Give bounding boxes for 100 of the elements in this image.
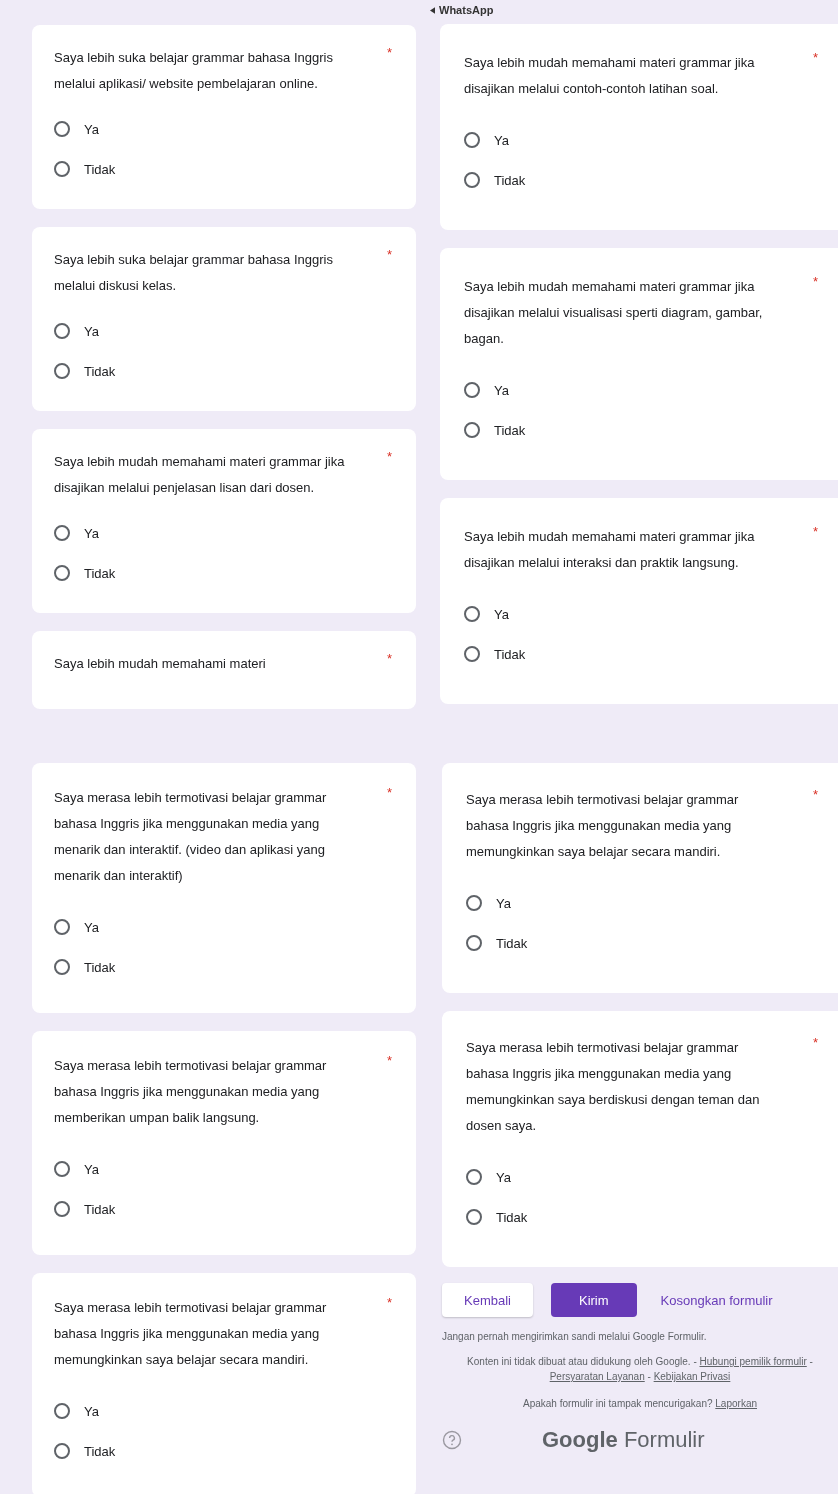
question-text: Saya lebih suka belajar grammar bahasa Inggris melalui aplikasi/ website pembelajaran online. <box>54 49 334 93</box>
radio-option[interactable]: Tidak <box>54 351 392 391</box>
footer-link[interactable]: Kebijakan Privasi <box>653 1371 731 1382</box>
question-text: Saya merasa lebih termotivasi belajar grammar bahasa Inggris jika menggunakan media yang memungkinkan saya belajar secara mandiri. <box>54 1299 328 1369</box>
question-text: Saya lebih suka belajar grammar bahasa Inggris melalui diskusi kelas. <box>54 251 334 295</box>
question-text: Saya lebih mudah memahami materi grammar jika disajikan melalui penjelasan lisan dari dosen. <box>54 453 346 497</box>
back-button[interactable]: Kembali <box>442 1283 533 1317</box>
radio-option[interactable]: Tidak <box>466 1197 818 1237</box>
question-text: Saya merasa lebih termotivasi belajar grammar bahasa Inggris jika menggunakan media yang memberikan umpan balik langsung. <box>54 1057 328 1127</box>
radio-option[interactable]: Tidak <box>464 634 818 674</box>
radio-icon[interactable] <box>54 525 70 541</box>
radio-icon[interactable] <box>464 172 480 188</box>
option-label: Ya <box>84 323 99 339</box>
option-label: Ya <box>84 121 99 137</box>
radio-option[interactable]: Ya <box>464 120 818 160</box>
radio-icon[interactable] <box>54 121 70 137</box>
option-label: Tidak <box>496 935 528 951</box>
required-mark: * <box>386 449 392 466</box>
option-label: Ya <box>496 1169 511 1185</box>
radio-icon[interactable] <box>54 323 70 339</box>
radio-icon[interactable] <box>464 132 480 148</box>
radio-icon[interactable] <box>464 382 480 398</box>
back-arrow-icon[interactable] <box>430 6 435 14</box>
radio-icon[interactable] <box>54 1161 70 1177</box>
radio-icon[interactable] <box>54 1201 70 1217</box>
radio-option[interactable]: Tidak <box>54 553 392 593</box>
option-label: Tidak <box>84 565 116 581</box>
radio-option[interactable]: Ya <box>54 109 392 149</box>
required-mark: * <box>812 50 818 67</box>
option-label: Tidak <box>84 161 116 177</box>
option-label: Tidak <box>494 422 526 438</box>
radio-icon[interactable] <box>466 935 482 951</box>
radio-icon[interactable] <box>464 606 480 622</box>
radio-option[interactable]: Tidak <box>54 1431 392 1471</box>
radio-icon[interactable] <box>54 565 70 581</box>
option-label: Ya <box>84 1161 99 1177</box>
radio-option[interactable]: Ya <box>54 513 392 553</box>
question-text: Saya lebih mudah memahami materi grammar jika disajikan melalui visualisasi sperti diagram, gambar, bagan. <box>464 278 764 348</box>
option-label: Tidak <box>84 363 116 379</box>
radio-icon[interactable] <box>54 1443 70 1459</box>
radio-option[interactable]: Tidak <box>464 160 818 200</box>
radio-option[interactable]: Ya <box>54 1149 392 1189</box>
radio-option[interactable]: Ya <box>54 1391 392 1431</box>
required-mark: * <box>386 785 392 802</box>
footer-link[interactable]: Laporkan <box>715 1398 757 1409</box>
google-forms-logo: Google Formulir <box>542 1427 705 1453</box>
footer-link[interactable]: Hubungi pemilik formulir <box>699 1356 807 1367</box>
radio-option[interactable]: Ya <box>464 370 818 410</box>
radio-option[interactable]: Tidak <box>464 410 818 450</box>
radio-option[interactable]: Tidak <box>54 149 392 189</box>
question-text: Saya merasa lebih termotivasi belajar grammar bahasa Inggris jika menggunakan media yang memungkinkan saya berdiskusi dengan teman dan dosen saya. <box>466 1039 761 1135</box>
required-mark: * <box>386 1053 392 1070</box>
required-mark: * <box>812 524 818 541</box>
radio-option[interactable]: Tidak <box>466 923 818 963</box>
option-label: Ya <box>496 895 511 911</box>
radio-icon[interactable] <box>466 1209 482 1225</box>
radio-option[interactable]: Ya <box>54 907 392 947</box>
option-label: Ya <box>494 606 509 622</box>
option-label: Tidak <box>84 1443 116 1459</box>
disclaimer-text: Konten ini tidak dibuat atau didukung oleh Google. - Hubungi pemilik formulir - Persyaratan Layanan - Kebijakan Privasi <box>466 1355 814 1384</box>
required-mark: * <box>812 787 818 804</box>
radio-option[interactable]: Ya <box>466 1157 818 1197</box>
option-label: Tidak <box>494 172 526 188</box>
option-label: Tidak <box>494 646 526 662</box>
radio-icon[interactable] <box>466 1169 482 1185</box>
required-mark: * <box>386 1295 392 1312</box>
radio-option[interactable]: Ya <box>464 594 818 634</box>
option-label: Ya <box>494 382 509 398</box>
option-label: Ya <box>494 132 509 148</box>
required-mark: * <box>386 45 392 62</box>
radio-option[interactable]: Tidak <box>54 1189 392 1229</box>
report-text: Apakah formulir ini tampak mencurigakan? Laporkan <box>522 1397 758 1411</box>
radio-icon[interactable] <box>464 422 480 438</box>
radio-icon[interactable] <box>54 959 70 975</box>
question-text: Saya merasa lebih termotivasi belajar grammar bahasa Inggris jika menggunakan media yang memungkinkan saya belajar secara mandiri. <box>466 791 740 861</box>
option-label: Tidak <box>496 1209 528 1225</box>
option-label: Ya <box>84 525 99 541</box>
required-mark: * <box>386 247 392 264</box>
radio-icon[interactable] <box>466 895 482 911</box>
option-label: Tidak <box>84 959 116 975</box>
radio-icon[interactable] <box>54 363 70 379</box>
footer-link[interactable]: Persyaratan Layanan <box>549 1371 645 1382</box>
radio-icon[interactable] <box>54 1403 70 1419</box>
radio-option[interactable]: Ya <box>54 311 392 351</box>
radio-icon[interactable] <box>54 161 70 177</box>
radio-icon[interactable] <box>54 919 70 935</box>
radio-option[interactable]: Tidak <box>54 947 392 987</box>
option-label: Ya <box>84 919 99 935</box>
back-link[interactable]: WhatsApp <box>430 4 838 16</box>
radio-icon[interactable] <box>464 646 480 662</box>
radio-option[interactable]: Ya <box>466 883 818 923</box>
option-label: Ya <box>84 1403 99 1419</box>
required-mark: * <box>812 1035 818 1052</box>
clear-form-button[interactable]: Kosongkan formulir <box>654 1283 779 1317</box>
required-mark: * <box>812 274 818 291</box>
question-text: Saya lebih mudah memahami materi <box>54 655 266 673</box>
submit-button[interactable]: Kirim <box>550 1283 637 1317</box>
required-mark: * <box>386 651 392 668</box>
question-text: Saya lebih mudah memahami materi grammar jika disajikan melalui interaksi dan praktik langsung. <box>464 528 756 572</box>
question-text: Saya lebih mudah memahami materi grammar jika disajikan melalui contoh-contoh latihan soal. <box>464 54 756 98</box>
